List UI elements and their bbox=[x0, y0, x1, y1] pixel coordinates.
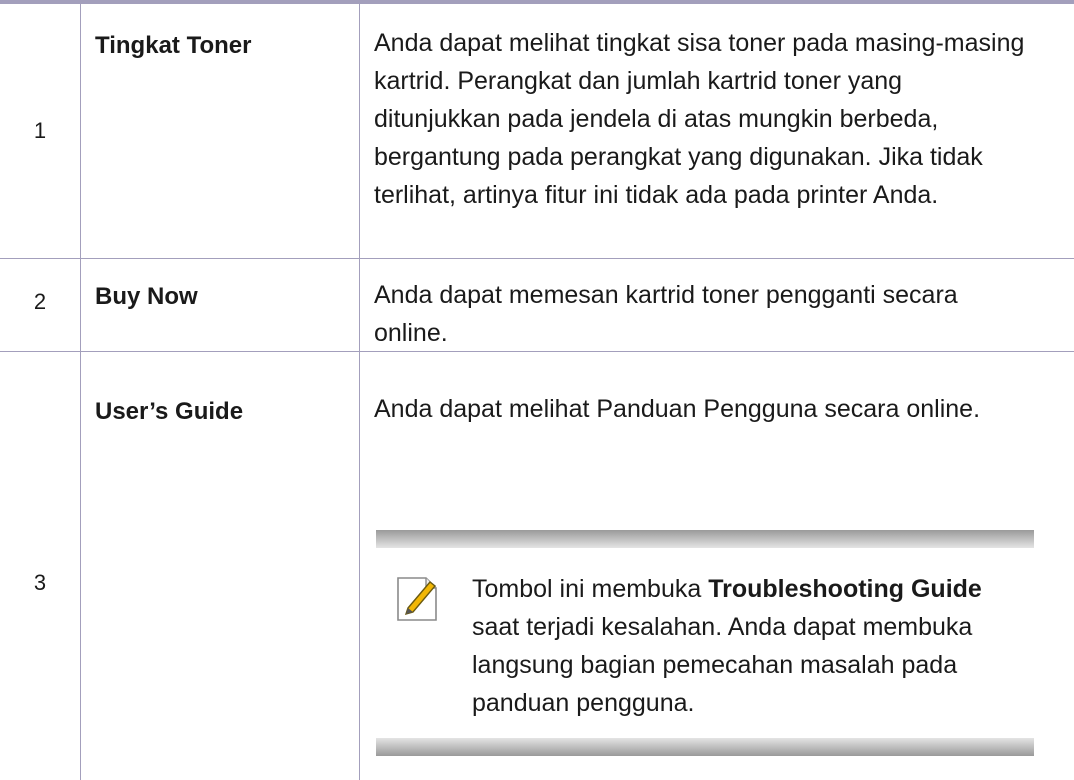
note-top-bar bbox=[376, 530, 1034, 548]
row-term: User’s Guide bbox=[95, 398, 244, 425]
row-number: 1 bbox=[33, 118, 47, 143]
note-box: Tombol ini membuka Troubleshooting Guide… bbox=[376, 530, 1034, 756]
table-row: 2 Buy Now Anda dapat memesan kartrid ton… bbox=[0, 259, 1074, 351]
description-table: 1 Tingkat Toner Anda dapat melihat tingk… bbox=[0, 0, 1074, 780]
note-pencil-icon bbox=[396, 574, 440, 624]
row-description: Anda dapat memesan kartrid toner penggan… bbox=[374, 281, 958, 347]
table-row: 1 Tingkat Toner Anda dapat melihat tingk… bbox=[0, 4, 1074, 258]
row-description: Anda dapat melihat tingkat sisa toner pa… bbox=[374, 29, 1025, 209]
troubleshooting-guide-label: Troubleshooting Guide bbox=[708, 575, 982, 603]
row-term: Tingkat Toner bbox=[95, 32, 252, 59]
row-number: 3 bbox=[33, 570, 47, 595]
row-term: Buy Now bbox=[95, 283, 198, 310]
note-bottom-bar bbox=[376, 738, 1034, 756]
row-description: Anda dapat melihat Panduan Pengguna seca… bbox=[374, 395, 981, 423]
table-row: 3 User’s Guide Anda dapat melihat Pandua… bbox=[0, 352, 1074, 780]
note-text: Tombol ini membuka Troubleshooting Guide… bbox=[472, 575, 982, 717]
